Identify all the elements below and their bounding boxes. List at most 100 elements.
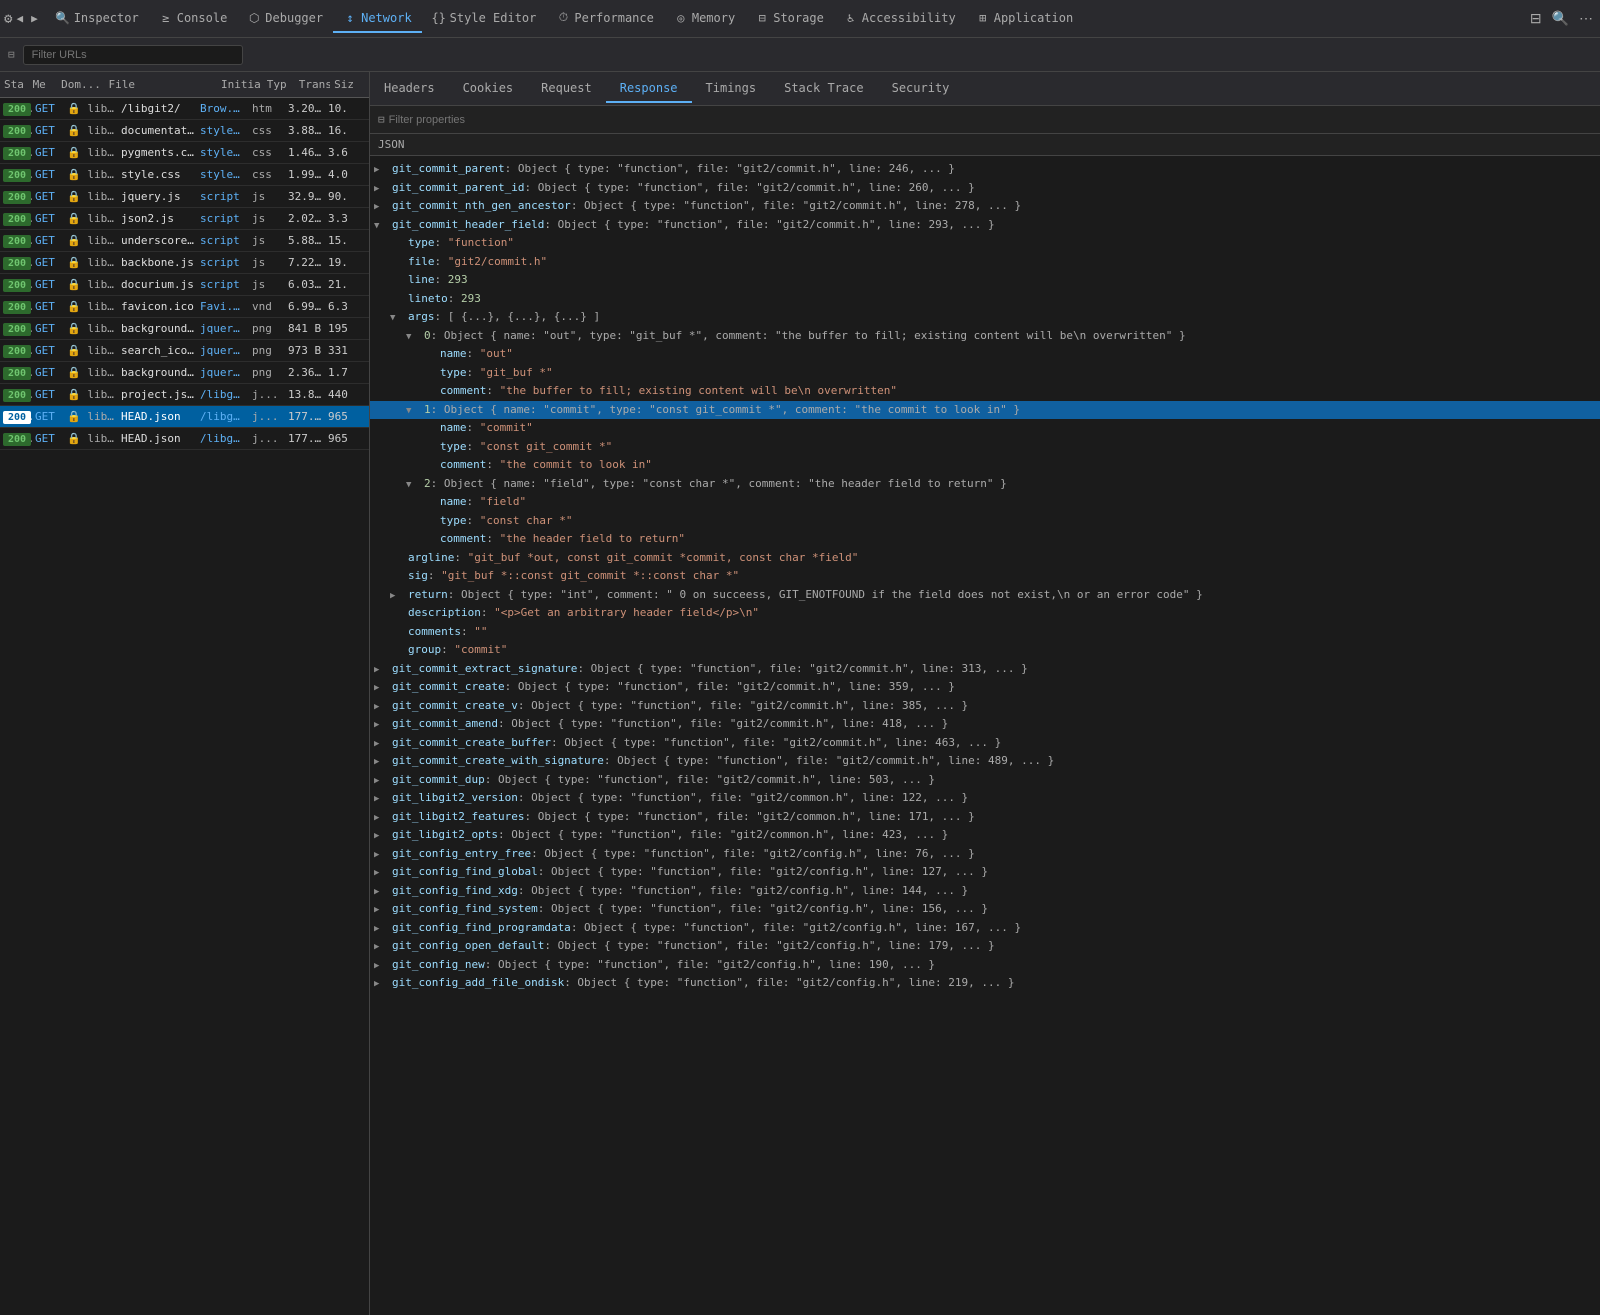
expand-arrow[interactable] [374,217,388,234]
list-item[interactable]: 200GET🔒 lib...docurium.jsscriptjs6.03 ..… [0,274,369,296]
json-line[interactable]: git_libgit2_features: Object { type: "fu… [370,808,1600,827]
json-line[interactable]: git_config_find_system: Object { type: "… [370,900,1600,919]
expand-arrow[interactable] [390,309,404,326]
json-text: lineto: 293 [408,291,481,308]
filter-input[interactable] [23,45,243,65]
json-line[interactable]: git_commit_parent_id: Object { type: "fu… [370,179,1600,198]
sub-tab-response[interactable]: Response [606,75,692,103]
json-line[interactable]: git_config_entry_free: Object { type: "f… [370,845,1600,864]
json-line[interactable]: git_config_open_default: Object { type: … [370,937,1600,956]
expand-arrow[interactable] [374,661,388,678]
sub-tab-request[interactable]: Request [527,75,606,103]
json-line[interactable]: git_config_find_global: Object { type: "… [370,863,1600,882]
list-item[interactable]: 200GET🔒 lib...pygments.cssstyle...css1.4… [0,142,369,164]
expand-arrow[interactable] [390,587,404,604]
expand-arrow[interactable] [374,735,388,752]
list-item[interactable]: 200GET🔒 lib...underscore.jsscriptjs5.88 … [0,230,369,252]
json-line[interactable]: return: Object { type: "int", comment: "… [370,586,1600,605]
expand-arrow[interactable] [374,827,388,844]
list-item[interactable]: 200GET🔒 lib.../libgit2/Brow...htm3.20 ..… [0,98,369,120]
json-line[interactable]: git_config_new: Object { type: "function… [370,956,1600,975]
status-badge: 200 [3,323,31,336]
json-line[interactable]: git_commit_create_buffer: Object { type:… [370,734,1600,753]
sub-tab-security[interactable]: Security [878,75,964,103]
json-line[interactable]: args: [ {...}, {...}, {...} ] [370,308,1600,327]
expand-arrow[interactable] [374,809,388,826]
list-item[interactable]: 200GET🔒 lib...jquery.jsscriptjs32.9...90… [0,186,369,208]
list-item[interactable]: 200GET🔒 lib...project.json/libgi...j...1… [0,384,369,406]
expand-arrow[interactable] [374,772,388,789]
nav-back[interactable]: ◀ [16,12,23,25]
list-item[interactable]: 200GET🔒 lib...backbone.jsscriptjs7.22 ..… [0,252,369,274]
size-cell: 15. [325,234,369,247]
nav-forward[interactable]: ▶ [31,12,38,25]
json-line[interactable]: git_config_add_file_ondisk: Object { typ… [370,974,1600,993]
list-item[interactable]: 200GET🔒 lib...json2.jsscriptjs2.02 ...3.… [0,208,369,230]
expand-arrow[interactable] [374,957,388,974]
expand-arrow[interactable] [374,975,388,992]
expand-arrow[interactable] [406,402,420,419]
expand-arrow[interactable] [374,716,388,733]
expand-arrow[interactable] [374,679,388,696]
json-line[interactable]: git_commit_create_v: Object { type: "fun… [370,697,1600,716]
list-item[interactable]: 200GET🔒 lib...style.cssstyle...css1.99 .… [0,164,369,186]
settings-button[interactable]: ⋯ [1576,7,1596,30]
expand-arrow[interactable] [374,753,388,770]
expand-arrow[interactable] [374,161,388,178]
list-item[interactable]: 200GET🔒 lib...documentation.cssstyle...c… [0,120,369,142]
json-line[interactable]: git_commit_create: Object { type: "funct… [370,678,1600,697]
json-line[interactable]: git_commit_nth_gen_ancestor: Object { ty… [370,197,1600,216]
sub-tab-cookies[interactable]: Cookies [449,75,528,103]
search-button[interactable]: 🔍 [1549,7,1572,30]
tab-memory[interactable]: ◎Memory [664,5,745,33]
expand-arrow[interactable] [374,864,388,881]
json-line[interactable]: git_commit_extract_signature: Object { t… [370,660,1600,679]
tab-console[interactable]: ≥Console [149,5,238,33]
json-line[interactable]: git_commit_create_with_signature: Object… [370,752,1600,771]
expand-arrow[interactable] [374,920,388,937]
list-item[interactable]: 200GET🔒 lib...favicon.icoFavi...vnd6.99 … [0,296,369,318]
json-line[interactable]: git_config_find_programdata: Object { ty… [370,919,1600,938]
sub-tab-stack-trace[interactable]: Stack Trace [770,75,877,103]
sub-tab-timings[interactable]: Timings [692,75,771,103]
file-cell: project.json [118,388,197,401]
tab-performance[interactable]: ⏱Performance [546,5,663,33]
list-item[interactable]: 200GET🔒 lib...HEAD.json/libgi...j...177.… [0,428,369,450]
json-line[interactable]: 1: Object { name: "commit", type: "const… [370,401,1600,420]
list-item[interactable]: 200GET🔒 lib...background-white.pngjquer.… [0,362,369,384]
json-line[interactable]: git_commit_parent: Object { type: "funct… [370,160,1600,179]
response-filter-input[interactable] [389,114,531,126]
tab-inspector[interactable]: 🔍Inspector [46,5,149,33]
json-line[interactable]: git_commit_amend: Object { type: "functi… [370,715,1600,734]
expand-arrow[interactable] [374,790,388,807]
expand-arrow[interactable] [374,698,388,715]
expand-arrow[interactable] [406,328,420,345]
split-button[interactable]: ⊟ [1527,7,1545,30]
expand-arrow[interactable] [374,938,388,955]
expand-arrow[interactable] [374,846,388,863]
tab-debugger[interactable]: ⬡Debugger [237,5,333,33]
json-text: comments: "" [408,624,487,641]
expand-arrow[interactable] [374,180,388,197]
expand-arrow[interactable] [374,883,388,900]
list-item[interactable]: 200GET🔒 lib...HEAD.json/libgi...j...177.… [0,406,369,428]
json-line[interactable]: 2: Object { name: "field", type: "const … [370,475,1600,494]
tab-storage[interactable]: ⊟Storage [745,5,834,33]
json-line[interactable]: 0: Object { name: "out", type: "git_buf … [370,327,1600,346]
method-cell: GET [32,410,64,423]
expand-arrow[interactable] [374,901,388,918]
json-line[interactable]: git_commit_dup: Object { type: "function… [370,771,1600,790]
list-item[interactable]: 200GET🔒 lib...background-v2.pngjquer...p… [0,318,369,340]
list-item[interactable]: 200GET🔒 lib...search_icon.pngjquer...png… [0,340,369,362]
json-line[interactable]: git_libgit2_version: Object { type: "fun… [370,789,1600,808]
tab-application[interactable]: ⊞Application [966,5,1083,33]
tab-network[interactable]: ↕Network [333,5,422,33]
expand-arrow[interactable] [406,476,420,493]
json-line[interactable]: git_libgit2_opts: Object { type: "functi… [370,826,1600,845]
json-line[interactable]: git_config_find_xdg: Object { type: "fun… [370,882,1600,901]
tab-style-editor[interactable]: {}Style Editor [422,5,547,33]
tab-accessibility[interactable]: ♿Accessibility [834,5,966,33]
sub-tab-headers[interactable]: Headers [370,75,449,103]
expand-arrow[interactable] [374,198,388,215]
json-line[interactable]: git_commit_header_field: Object { type: … [370,216,1600,235]
